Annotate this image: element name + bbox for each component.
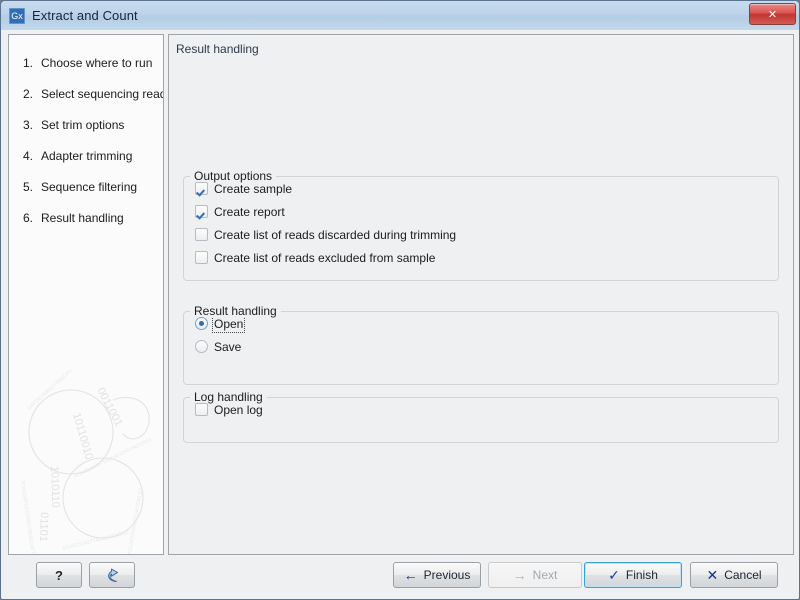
- svg-text:10110010: 10110010: [70, 412, 95, 462]
- next-button: → Next: [488, 562, 582, 588]
- checkbox-create-sample[interactable]: [195, 182, 208, 195]
- svg-text:0011001: 0011001: [94, 386, 124, 429]
- output-options-group: Output options Create sample Create repo…: [183, 169, 779, 281]
- group-title-log-handling: Log handling: [190, 390, 267, 404]
- checkbox-open-log[interactable]: [195, 403, 208, 416]
- cancel-button[interactable]: ✕ Cancel: [690, 562, 778, 588]
- checkbox-label-create-list-discarded: Create list of reads discarded during tr…: [214, 227, 457, 242]
- checkbox-create-list-discarded[interactable]: [195, 228, 208, 241]
- radio-save[interactable]: [195, 340, 208, 353]
- wizard-steps-sidebar: 1. Choose where to run 2. Select sequenc…: [8, 34, 164, 555]
- checkbox-row-create-list-excluded[interactable]: Create list of reads excluded from sampl…: [184, 246, 778, 269]
- close-x-icon: ✕: [706, 567, 719, 583]
- group-title-result-handling: Result handling: [190, 304, 281, 318]
- dialog-window: Gx Extract and Count ✕ 1. Choose where t…: [0, 0, 800, 600]
- content-panel: Result handling Output options Create sa…: [168, 34, 794, 555]
- svg-text:ATGCCAGGTTACGATCGGTACCATG: ATGCCAGGTTACGATCGGTACCATG: [73, 437, 152, 480]
- close-icon[interactable]: ✕: [749, 3, 796, 25]
- svg-text:01101: 01101: [37, 512, 50, 542]
- app-icon: Gx: [9, 7, 25, 24]
- step-label: Select sequencing reads: [41, 86, 164, 101]
- svg-text:GGATCCAGTTACGATCAGGT: GGATCCAGTTACGATCAGGT: [62, 530, 130, 552]
- help-button[interactable]: ?: [36, 562, 82, 588]
- step-number: 4.: [23, 148, 34, 163]
- step-label: Adapter trimming: [41, 148, 133, 163]
- sidebar-item-sequence-filtering[interactable]: 5. Sequence filtering: [9, 171, 163, 202]
- window-title: Extract and Count: [32, 8, 138, 23]
- previous-button[interactable]: ← Previous: [393, 562, 481, 588]
- sidebar-item-adapter-trimming[interactable]: 4. Adapter trimming: [9, 140, 163, 171]
- panels: 1. Choose where to run 2. Select sequenc…: [8, 34, 794, 555]
- svg-text:CCTAGGATCGTAGGCATTCAGCAT: CCTAGGATCGTAGGCATTCAGCAT: [123, 488, 143, 555]
- sidebar-item-set-trim-options[interactable]: 3. Set trim options: [9, 109, 163, 140]
- checkbox-row-create-report[interactable]: Create report: [184, 200, 778, 223]
- checkbox-create-report[interactable]: [195, 205, 208, 218]
- page-title: Result handling: [176, 42, 259, 56]
- step-number: 5.: [23, 179, 34, 194]
- arrow-left-icon: ←: [403, 567, 418, 583]
- checkbox-create-list-excluded[interactable]: [195, 251, 208, 264]
- radio-label-open: Open: [211, 314, 246, 333]
- sidebar-item-result-handling[interactable]: 6. Result handling: [9, 202, 163, 233]
- radio-row-save[interactable]: Save: [184, 335, 778, 358]
- cancel-button-label: Cancel: [724, 568, 762, 582]
- group-title-output-options: Output options: [190, 169, 277, 183]
- log-handling-group: Log handling Open log: [183, 390, 779, 443]
- svg-text:TCAGGATCCGTAGCTAGGCATTCAGGA: TCAGGATCCGTAGCTAGGCATTCAGGA: [19, 479, 38, 555]
- step-label: Sequence filtering: [41, 179, 138, 194]
- checkbox-label-create-sample: Create sample: [214, 181, 293, 196]
- svg-text:GATTACAGGCTTAGCATCGGATCCAGT: GATTACAGGCTTAGCATCGGATCCAGT: [26, 370, 98, 411]
- checkbox-label-create-report: Create report: [214, 204, 285, 219]
- finish-button-label: Finish: [625, 568, 658, 582]
- step-number: 6.: [23, 210, 34, 225]
- finish-button[interactable]: ✓ Finish: [584, 562, 682, 588]
- wizard-step-list: 1. Choose where to run 2. Select sequenc…: [9, 35, 163, 233]
- sidebar-item-choose-where-to-run[interactable]: 1. Choose where to run: [9, 47, 163, 78]
- sidebar-item-select-sequencing-reads[interactable]: 2. Select sequencing reads: [9, 78, 163, 109]
- svg-text:1010110: 1010110: [48, 466, 61, 508]
- step-label: Set trim options: [41, 117, 125, 132]
- decorative-watermark-icon: 0011001 10110010 1010110 01101 GATTACAGG…: [19, 370, 153, 555]
- step-number: 1.: [23, 55, 34, 70]
- step-number: 2.: [23, 86, 34, 101]
- step-label: Choose where to run: [41, 55, 153, 70]
- step-number: 3.: [23, 117, 34, 132]
- reset-arrow-icon: [107, 568, 118, 582]
- result-handling-group: Result handling Open Save: [183, 304, 779, 385]
- check-icon: ✓: [608, 567, 620, 583]
- checkbox-row-create-list-discarded[interactable]: Create list of reads discarded during tr…: [184, 223, 778, 246]
- arrow-right-icon: →: [512, 567, 527, 583]
- previous-button-label: Previous: [423, 568, 471, 582]
- title-bar: Gx Extract and Count ✕: [1, 1, 799, 31]
- next-button-label: Next: [532, 568, 558, 582]
- reset-button[interactable]: [89, 562, 135, 588]
- step-label: Result handling: [41, 210, 124, 225]
- dialog-client-area: 1. Choose where to run 2. Select sequenc…: [1, 30, 799, 599]
- checkbox-label-create-list-excluded: Create list of reads excluded from sampl…: [214, 250, 436, 265]
- radio-label-save: Save: [214, 339, 242, 354]
- checkbox-label-open-log: Open log: [214, 402, 263, 417]
- radio-open[interactable]: [195, 317, 208, 330]
- checkbox-row-open-log[interactable]: Open log: [184, 398, 778, 421]
